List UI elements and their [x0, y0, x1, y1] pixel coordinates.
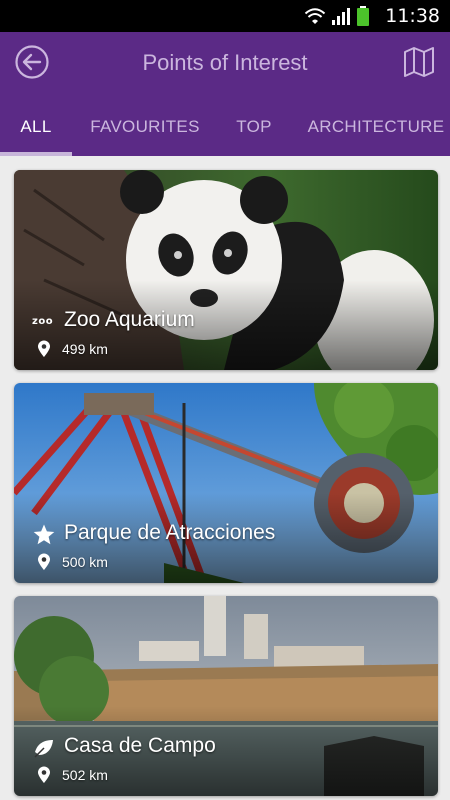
poi-distance: 499 km — [62, 341, 108, 357]
poi-card-zoo-aquarium[interactable]: zoo Zoo Aquarium 499 km — [14, 170, 438, 370]
status-icons — [304, 6, 374, 26]
poi-name: Casa de Campo — [64, 734, 216, 757]
tab-all[interactable]: ALL — [0, 112, 72, 156]
page-title: Points of Interest — [142, 50, 308, 75]
tab-favourites[interactable]: FAVOURITES — [84, 112, 206, 156]
poi-name: Zoo Aquarium — [64, 308, 195, 331]
location-pin-icon — [38, 340, 50, 357]
poi-distance: 500 km — [62, 554, 108, 570]
poi-name: Parque de Atracciones — [64, 521, 276, 544]
wifi-icon — [304, 8, 326, 24]
map-icon — [404, 47, 434, 77]
leaf-icon — [34, 740, 53, 758]
location-pin-icon — [38, 766, 50, 783]
signal-icon — [332, 8, 350, 25]
poi-distance: 502 km — [62, 767, 108, 783]
zoo-icon: zoo — [32, 316, 54, 327]
map-button[interactable] — [402, 45, 436, 79]
status-bar: 11:38 — [0, 0, 450, 32]
star-icon — [33, 524, 55, 545]
tab-indicator — [0, 152, 72, 156]
tab-bar: ALL FAVOURITES TOP ARCHITECTURE — [0, 112, 450, 156]
poi-card-parque-de-atracciones[interactable]: Parque de Atracciones 500 km — [14, 383, 438, 583]
tab-top[interactable]: TOP — [226, 112, 282, 156]
location-pin-icon — [38, 553, 50, 570]
battery-icon — [357, 6, 369, 26]
tab-architecture[interactable]: ARCHITECTURE — [304, 112, 448, 156]
status-time: 11:38 — [385, 5, 440, 27]
app-bar: Points of Interest ALL FAVOURITES TOP AR… — [0, 32, 450, 156]
poi-card-casa-de-campo[interactable]: Casa de Campo 502 km — [14, 596, 438, 796]
